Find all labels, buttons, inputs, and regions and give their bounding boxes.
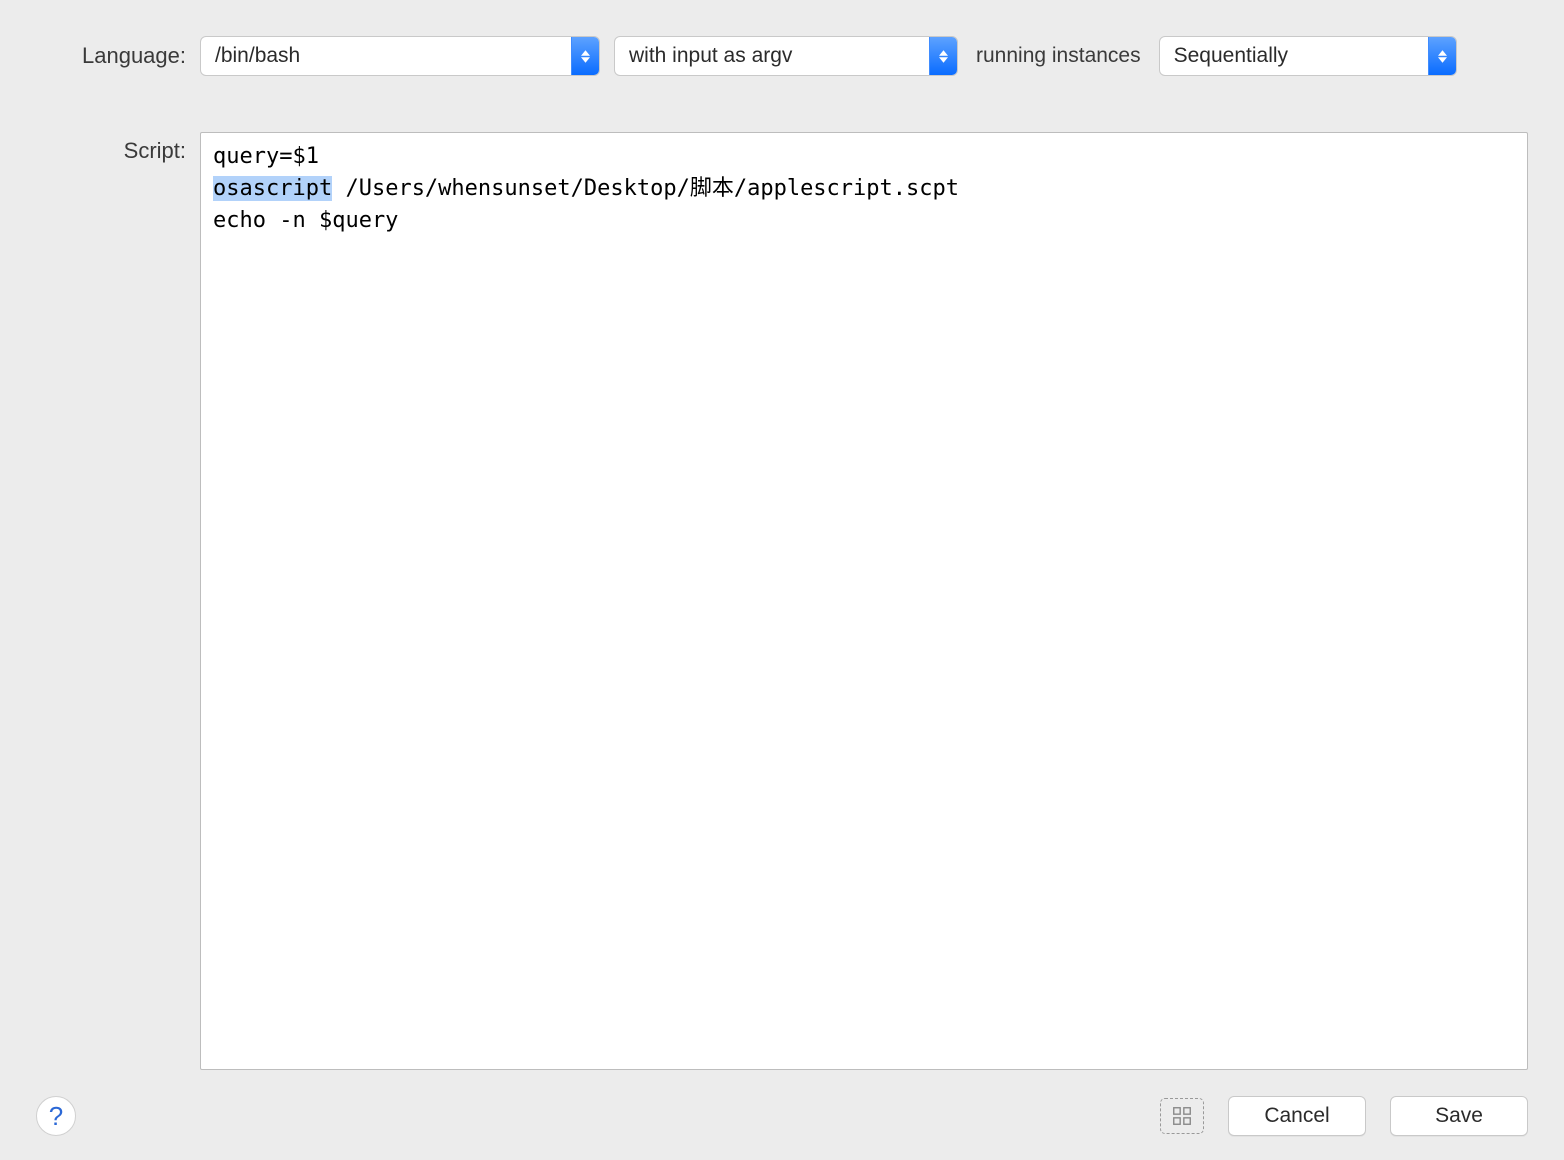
language-select[interactable]: /bin/bash [200, 36, 600, 76]
top-options-row: Language: /bin/bash with input as argv r… [36, 36, 1528, 76]
running-instances-select[interactable]: Sequentially [1159, 36, 1457, 76]
button-group: Cancel Save [1160, 1096, 1528, 1136]
script-textarea[interactable]: query=$1 osascript /Users/whensunset/Des… [200, 132, 1528, 1070]
updown-icon [1428, 37, 1456, 75]
script-line-3: echo -n $query [213, 208, 398, 233]
script-line-2-rest: /Users/whensunset/Desktop/脚本/applescript… [332, 176, 959, 201]
language-label: Language: [36, 43, 186, 69]
script-line-2-highlighted: osascript [213, 176, 332, 201]
script-row: Script: query=$1 osascript /Users/whensu… [36, 132, 1528, 1070]
input-mode-select-value: with input as argv [629, 44, 792, 68]
save-button[interactable]: Save [1390, 1096, 1528, 1136]
updown-icon [571, 37, 599, 75]
running-instances-select-value: Sequentially [1174, 44, 1288, 68]
language-select-value: /bin/bash [215, 44, 300, 68]
input-mode-select[interactable]: with input as argv [614, 36, 958, 76]
bottom-bar: ? Cancel Save [36, 1096, 1528, 1136]
grid-icon [1171, 1105, 1193, 1127]
updown-icon [929, 37, 957, 75]
cancel-button[interactable]: Cancel [1228, 1096, 1366, 1136]
help-button[interactable]: ? [36, 1096, 76, 1136]
running-instances-label: running instances [976, 44, 1141, 68]
script-line-1: query=$1 [213, 144, 319, 169]
help-icon: ? [49, 1101, 63, 1132]
script-label: Script: [36, 138, 186, 164]
extras-button[interactable] [1160, 1098, 1204, 1134]
